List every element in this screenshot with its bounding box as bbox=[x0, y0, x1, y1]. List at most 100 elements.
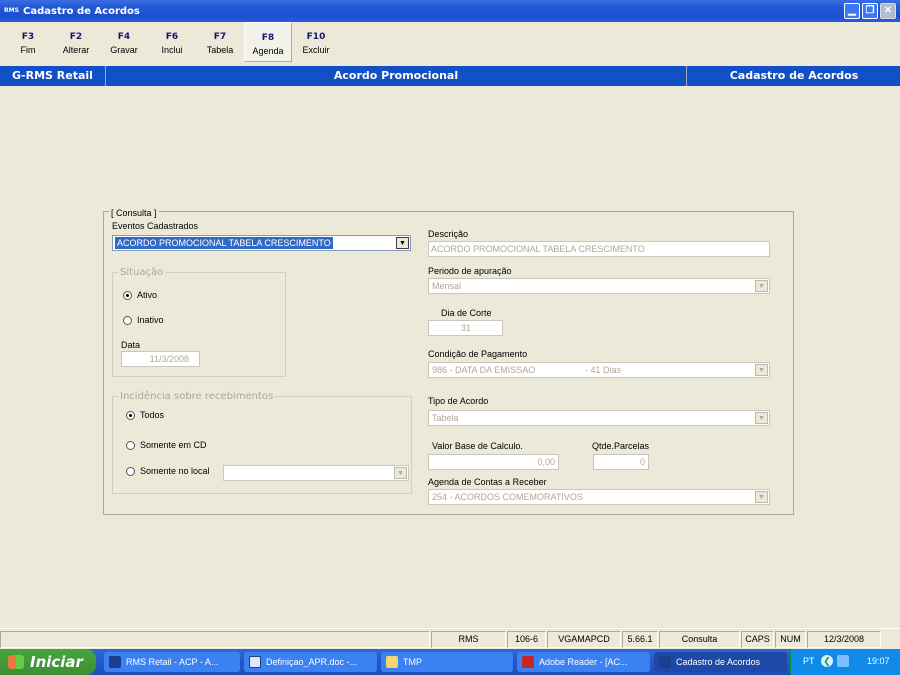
close-button[interactable]: ✕ bbox=[880, 3, 896, 19]
task-adobe-reader[interactable]: Adobe Reader - [AC... bbox=[517, 652, 650, 672]
fkey-label: Inclui bbox=[161, 45, 183, 55]
rms-app-icon bbox=[109, 656, 121, 668]
condicao-label: Condição de Pagamento bbox=[428, 349, 528, 359]
radio-ativo-label: Ativo bbox=[137, 290, 158, 300]
radio-dot[interactable] bbox=[123, 315, 132, 325]
fkey-label: Fim bbox=[20, 45, 36, 55]
valor-base-label: Valor Base de Calculo. bbox=[432, 441, 523, 451]
task-tmp-folder[interactable]: TMP bbox=[381, 652, 513, 672]
status-caps: CAPS bbox=[741, 631, 774, 648]
fkey-label: Excluir bbox=[302, 45, 330, 55]
fkey-label: Gravar bbox=[110, 45, 138, 55]
chevron-down-icon[interactable]: ▼ bbox=[396, 237, 409, 249]
fkey-key: F2 bbox=[69, 32, 83, 42]
condicao-select[interactable]: 986 - DATA DA EMISSAO - 41 Dias ▼ bbox=[428, 362, 770, 378]
descricao-field[interactable]: ACORDO PROMOCIONAL TABELA CRESCIMENTO bbox=[428, 241, 770, 257]
radio-todos-label: Todos bbox=[140, 410, 165, 420]
network-icon[interactable]: ❮ bbox=[821, 655, 833, 667]
fkey-excluir-button[interactable]: F10 Excluir bbox=[292, 22, 340, 62]
tray-app-icon[interactable] bbox=[837, 655, 849, 667]
tipo-value: Tabela bbox=[432, 413, 459, 423]
consulta-caption: [ Consulta ] bbox=[109, 208, 159, 218]
radio-somente-cd[interactable]: Somente em CD bbox=[126, 440, 207, 450]
tipo-select[interactable]: Tabela ▼ bbox=[428, 410, 770, 426]
status-bar: RMS 106-6 VGAMAPCD 5.66.1 Consulta CAPS … bbox=[0, 628, 900, 648]
clock: 19:07 bbox=[867, 656, 890, 666]
qtde-parcelas-field[interactable]: 0 bbox=[593, 454, 649, 470]
window-title: Cadastro de Acordos bbox=[23, 5, 140, 17]
descricao-label: Descrição bbox=[428, 229, 469, 239]
eventos-label: Eventos Cadastrados bbox=[112, 221, 199, 231]
data-label: Data bbox=[121, 340, 141, 350]
start-label: Iniciar bbox=[30, 653, 83, 671]
radio-dot[interactable] bbox=[126, 440, 135, 450]
minimize-button[interactable]: ▁ bbox=[844, 3, 860, 19]
local-select[interactable]: ▼ bbox=[223, 465, 409, 481]
function-key-toolbar: F3 Fim F2 Alterar F4 Gravar F6 Inclui F7 Tabe… bbox=[0, 22, 900, 64]
fkey-tabela-button[interactable]: F7 Tabela bbox=[196, 22, 244, 62]
fkey-key: F3 bbox=[21, 32, 35, 42]
fkey-inclui-button[interactable]: F6 Inclui bbox=[148, 22, 196, 62]
status-code: 106-6 bbox=[507, 631, 546, 648]
periodo-value: Mensal bbox=[432, 281, 462, 291]
periodo-label: Periodo de apuração bbox=[428, 266, 512, 276]
chevron-down-icon[interactable]: ▼ bbox=[755, 280, 768, 292]
radio-dot[interactable] bbox=[123, 290, 132, 300]
task-rms-retail[interactable]: RMS Retail - ACP - A... bbox=[104, 652, 240, 672]
restore-button[interactable]: ❐ bbox=[862, 3, 878, 19]
system-tray: PT ❮ 19:07 bbox=[790, 649, 900, 675]
incidencia-group: Incidência sobre recebimentos Todos Some… bbox=[112, 391, 412, 494]
fkey-agenda-button[interactable]: F8 Agenda bbox=[244, 22, 292, 62]
form-panel: [ Consulta ] Eventos Cadastrados ACORDO … bbox=[103, 208, 794, 515]
status-message bbox=[0, 631, 430, 648]
folder-icon bbox=[386, 656, 398, 668]
fkey-label: Agenda bbox=[252, 46, 284, 56]
task-cadastro-acordos[interactable]: Cadastro de Acordos bbox=[654, 652, 787, 672]
radio-dot[interactable] bbox=[126, 466, 135, 476]
radio-local-label: Somente no local bbox=[140, 466, 210, 476]
pdf-icon bbox=[522, 656, 534, 668]
fkey-fim-button[interactable]: F3 Fim bbox=[4, 22, 52, 62]
start-button[interactable]: Iniciar bbox=[0, 649, 96, 675]
language-indicator[interactable]: PT bbox=[803, 656, 815, 666]
tipo-label: Tipo de Acordo bbox=[428, 396, 489, 406]
chevron-down-icon[interactable]: ▼ bbox=[755, 412, 768, 424]
fkey-key: F6 bbox=[165, 32, 179, 42]
radio-dot[interactable] bbox=[126, 410, 135, 420]
periodo-select[interactable]: Mensal ▼ bbox=[428, 278, 770, 294]
data-field[interactable]: 11/3/2008 bbox=[121, 351, 200, 367]
title-bar: RMS Cadastro de Acordos ▁ ❐ ✕ bbox=[0, 0, 900, 22]
chevron-down-icon[interactable]: ▼ bbox=[755, 364, 768, 376]
status-system: RMS bbox=[431, 631, 506, 648]
fkey-alterar-button[interactable]: F2 Alterar bbox=[52, 22, 100, 62]
radio-somente-local[interactable]: Somente no local bbox=[126, 466, 210, 476]
chevron-down-icon[interactable]: ▼ bbox=[394, 467, 407, 479]
qtde-parcelas-value: 0 bbox=[639, 457, 645, 467]
status-num: NUM bbox=[775, 631, 806, 648]
radio-todos[interactable]: Todos bbox=[126, 410, 164, 420]
app-icon: RMS bbox=[4, 7, 19, 14]
task-label: RMS Retail - ACP - A... bbox=[126, 657, 219, 667]
header-screen-title: Acordo Promocional bbox=[106, 66, 687, 86]
fkey-gravar-button[interactable]: F4 Gravar bbox=[100, 22, 148, 62]
status-mode: Consulta bbox=[659, 631, 740, 648]
radio-inativo[interactable]: Inativo bbox=[123, 315, 164, 325]
agenda-select[interactable]: 254 - ACORDOS COMEMORATIVOS ▼ bbox=[428, 489, 770, 505]
valor-base-field[interactable]: 0,00 bbox=[428, 454, 559, 470]
header-module-name: Cadastro de Acordos bbox=[729, 69, 859, 82]
eventos-select[interactable]: ACORDO PROMOCIONAL TABELA CRESCIMENTO ▼ bbox=[112, 235, 411, 251]
module-header: G-RMS Retail Acordo Promocional Cadastro… bbox=[0, 66, 900, 86]
window-controls: ▁ ❐ ✕ bbox=[844, 3, 896, 19]
taskbar: Iniciar RMS Retail - ACP - A... Definiça… bbox=[0, 649, 900, 675]
radio-inativo-label: Inativo bbox=[137, 315, 164, 325]
fkey-key: F10 bbox=[306, 32, 326, 42]
fkey-key: F4 bbox=[117, 32, 131, 42]
chevron-down-icon[interactable]: ▼ bbox=[755, 491, 768, 503]
header-app-name: G-RMS Retail bbox=[0, 66, 106, 86]
task-label: TMP bbox=[403, 657, 422, 667]
task-word-doc[interactable]: Definiçao_APR.doc -... bbox=[244, 652, 377, 672]
radio-ativo[interactable]: Ativo bbox=[123, 290, 157, 300]
dia-corte-field[interactable]: 31 bbox=[428, 320, 503, 336]
status-version: 5.66.1 bbox=[622, 631, 658, 648]
status-date: 12/3/2008 bbox=[807, 631, 881, 648]
